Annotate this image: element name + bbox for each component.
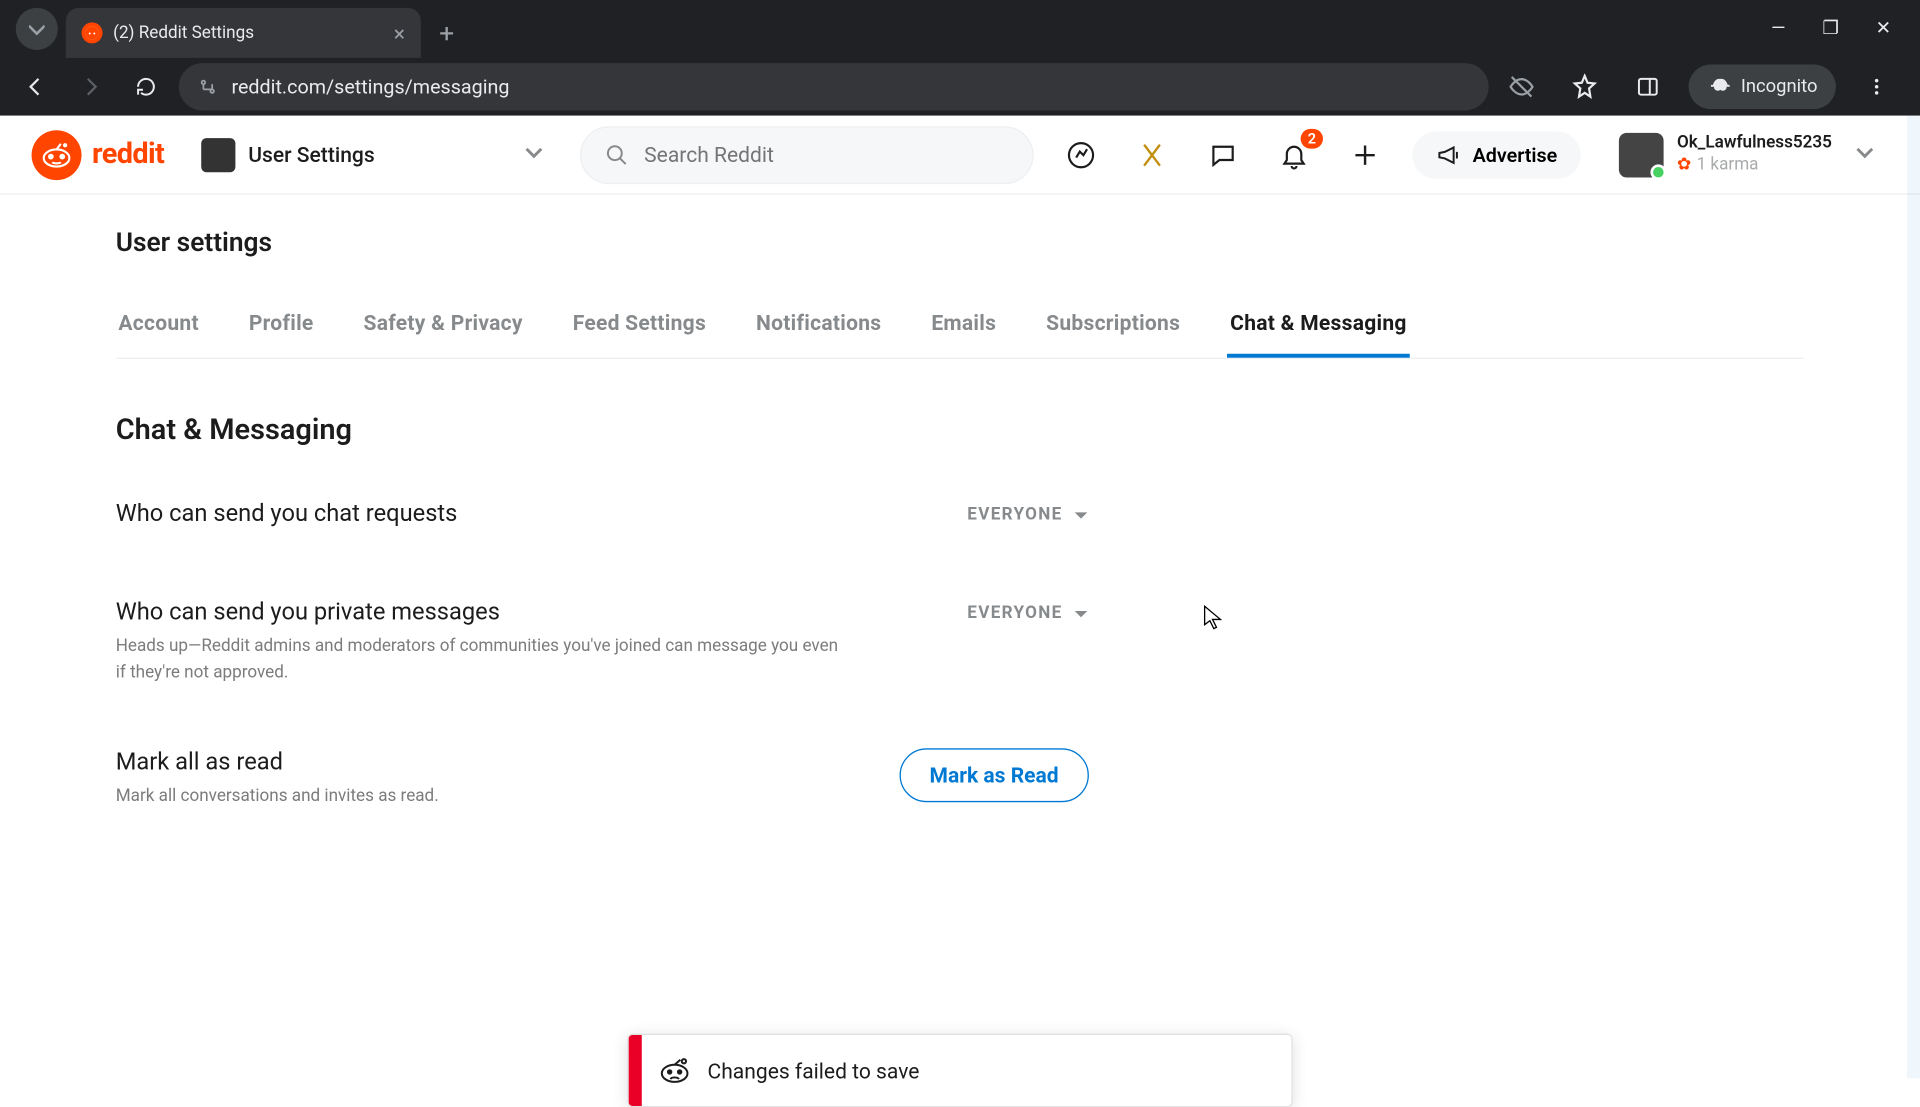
tab-subscriptions[interactable]: Subscriptions bbox=[1044, 295, 1183, 358]
community-dropdown-label: User Settings bbox=[248, 142, 374, 167]
scrollbar[interactable] bbox=[1907, 116, 1920, 1079]
reddit-sad-icon bbox=[642, 1053, 708, 1087]
tab-account[interactable]: Account bbox=[116, 295, 202, 358]
error-toast: Changes failed to save bbox=[627, 1034, 1292, 1107]
tab-bar: (2) Reddit Settings × + — ❐ ✕ bbox=[0, 0, 1920, 58]
side-panel-icon[interactable] bbox=[1625, 64, 1670, 109]
setting-description: Mark all conversations and invites as re… bbox=[116, 784, 852, 810]
setting-private-messages: Who can send you private messages Heads … bbox=[116, 598, 1089, 685]
reddit-logo-icon bbox=[32, 130, 82, 180]
presence-indicator bbox=[1651, 164, 1667, 180]
setting-label: Mark all as read bbox=[116, 748, 868, 776]
mark-as-read-button[interactable]: Mark as Read bbox=[899, 748, 1089, 802]
back-button[interactable] bbox=[13, 64, 58, 109]
tab-safety-privacy[interactable]: Safety & Privacy bbox=[361, 295, 526, 358]
chevron-down-icon bbox=[524, 142, 542, 167]
chevron-down-icon bbox=[1856, 142, 1874, 167]
tab-emails[interactable]: Emails bbox=[929, 295, 999, 358]
close-window-button[interactable]: ✕ bbox=[1876, 18, 1891, 39]
settings-content: User settings Account Profile Safety & Pri… bbox=[0, 195, 1920, 904]
tab-search-button[interactable] bbox=[16, 8, 58, 50]
reddit-wordmark: reddit bbox=[92, 138, 164, 171]
setting-label: Who can send you chat requests bbox=[116, 500, 936, 528]
section-title: Chat & Messaging bbox=[116, 414, 1805, 447]
search-icon bbox=[605, 141, 629, 167]
maximize-button[interactable]: ❐ bbox=[1822, 18, 1839, 39]
toast-message: Changes failed to save bbox=[708, 1058, 920, 1083]
bookmark-icon[interactable] bbox=[1562, 64, 1607, 109]
incognito-label: Incognito bbox=[1741, 76, 1818, 97]
user-avatar bbox=[1619, 132, 1664, 177]
notification-badge: 2 bbox=[1301, 128, 1322, 148]
caret-down-icon bbox=[1073, 507, 1089, 523]
tab-title: (2) Reddit Settings bbox=[113, 23, 254, 43]
reddit-header: reddit User Settings 2 Advertise bbox=[0, 116, 1920, 195]
setting-mark-read: Mark all as read Mark all conversations … bbox=[116, 748, 1089, 809]
create-post-icon[interactable] bbox=[1341, 131, 1388, 178]
advertise-label: Advertise bbox=[1473, 143, 1558, 167]
chat-icon[interactable] bbox=[1199, 131, 1246, 178]
address-bar-row: reddit.com/settings/messaging Incognito bbox=[0, 58, 1920, 116]
avatar-icon bbox=[201, 137, 235, 171]
url-text: reddit.com/settings/messaging bbox=[231, 75, 509, 99]
new-tab-button[interactable]: + bbox=[421, 8, 473, 58]
browser-chrome: (2) Reddit Settings × + — ❐ ✕ reddit.com… bbox=[0, 0, 1920, 116]
forward-button[interactable] bbox=[68, 64, 113, 109]
user-name: Ok_Lawfulness5235 bbox=[1677, 132, 1832, 154]
coins-icon[interactable] bbox=[1128, 131, 1175, 178]
advertise-button[interactable]: Advertise bbox=[1412, 131, 1581, 178]
browser-tab[interactable]: (2) Reddit Settings × bbox=[66, 8, 421, 58]
search-input[interactable] bbox=[644, 142, 1008, 167]
popular-icon[interactable] bbox=[1057, 131, 1104, 178]
window-controls: — ❐ ✕ bbox=[1771, 0, 1920, 58]
community-dropdown[interactable]: User Settings bbox=[188, 130, 556, 180]
tab-notifications[interactable]: Notifications bbox=[753, 295, 884, 358]
incognito-chip[interactable]: Incognito bbox=[1688, 64, 1836, 109]
megaphone-icon bbox=[1436, 141, 1462, 167]
tab-chat-messaging[interactable]: Chat & Messaging bbox=[1228, 295, 1410, 358]
minimize-button[interactable]: — bbox=[1771, 18, 1785, 39]
reddit-favicon bbox=[82, 22, 103, 43]
site-info-icon[interactable] bbox=[197, 76, 218, 97]
setting-label: Who can send you private messages bbox=[116, 598, 936, 626]
notifications-icon[interactable]: 2 bbox=[1270, 131, 1317, 178]
settings-tabs: Account Profile Safety & Privacy Feed Setti… bbox=[116, 295, 1805, 359]
tab-feed-settings[interactable]: Feed Settings bbox=[570, 295, 709, 358]
toast-stripe bbox=[629, 1035, 642, 1106]
setting-chat-requests: Who can send you chat requests EVERYONE bbox=[116, 500, 1089, 536]
close-tab-icon[interactable]: × bbox=[394, 20, 405, 45]
chat-requests-dropdown[interactable]: EVERYONE bbox=[967, 500, 1089, 525]
private-messages-dropdown[interactable]: EVERYONE bbox=[967, 598, 1089, 623]
setting-description: Heads up—Reddit admins and moderators of… bbox=[116, 634, 852, 685]
user-menu[interactable]: Ok_Lawfulness5235 ✿ 1 karma bbox=[1605, 126, 1889, 184]
caret-down-icon bbox=[1073, 606, 1089, 622]
tab-profile[interactable]: Profile bbox=[246, 295, 316, 358]
page-title: User settings bbox=[116, 226, 1805, 258]
search-box[interactable] bbox=[580, 126, 1034, 184]
reddit-logo[interactable]: reddit bbox=[32, 130, 165, 180]
eye-off-icon[interactable] bbox=[1499, 64, 1544, 109]
address-bar[interactable]: reddit.com/settings/messaging bbox=[179, 63, 1488, 110]
browser-menu-icon[interactable] bbox=[1854, 64, 1899, 109]
karma-icon: ✿ bbox=[1677, 155, 1691, 177]
user-karma: ✿ 1 karma bbox=[1677, 155, 1832, 177]
reload-button[interactable] bbox=[124, 64, 169, 109]
